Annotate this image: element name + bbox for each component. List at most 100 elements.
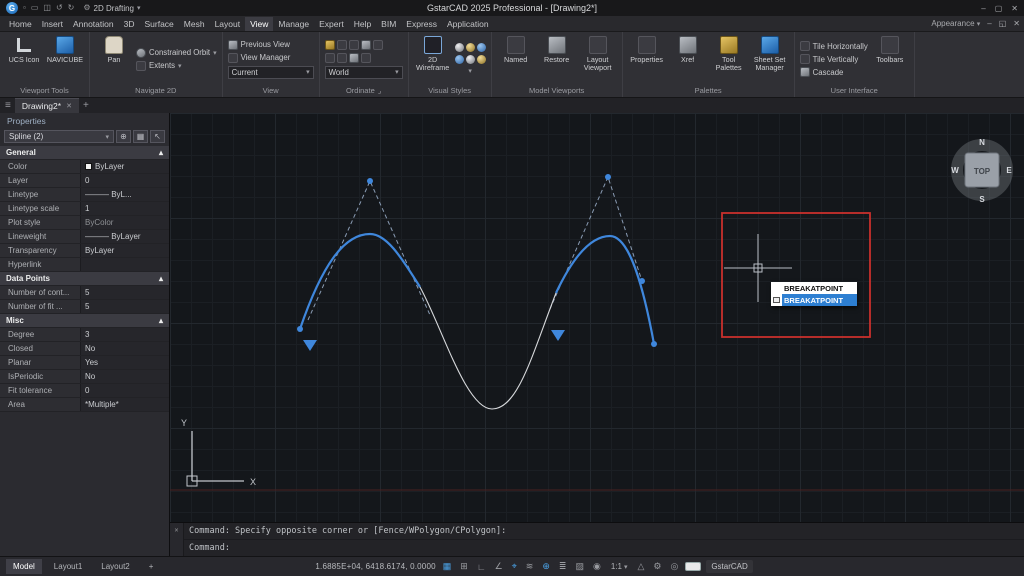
property-row-plot-style[interactable]: Plot style ByColor bbox=[0, 216, 169, 230]
ucs-world-icon[interactable] bbox=[325, 53, 335, 63]
triangle-grip[interactable] bbox=[551, 330, 565, 341]
property-row-color[interactable]: Color ByLayer bbox=[0, 160, 169, 174]
property-row-fit-points[interactable]: Number of fit ... 5 bbox=[0, 300, 169, 314]
visual-style-realistic-icon[interactable] bbox=[455, 43, 464, 52]
redo-icon[interactable]: ↻ bbox=[68, 4, 75, 12]
control-point[interactable] bbox=[367, 178, 373, 184]
property-row-planar[interactable]: Planar Yes bbox=[0, 356, 169, 370]
lineweight-display-icon[interactable]: ≣ bbox=[557, 561, 569, 572]
doc-close-button[interactable]: ✕ bbox=[1013, 19, 1020, 28]
tile-vertically-button[interactable]: Tile Vertically bbox=[800, 54, 868, 64]
command-input-line[interactable]: Command: bbox=[184, 540, 1024, 556]
property-row-control-points[interactable]: Number of cont... 5 bbox=[0, 286, 169, 300]
autocomplete-item-highlighted[interactable]: BREAKATPOINT bbox=[771, 294, 857, 306]
menu-3d[interactable]: 3D bbox=[119, 17, 140, 31]
new-tab-button[interactable]: + bbox=[83, 100, 89, 111]
close-button[interactable]: ✕ bbox=[1011, 4, 1018, 13]
undo-icon[interactable]: ↺ bbox=[56, 4, 63, 12]
dialog-launcher-icon[interactable]: ⌟ bbox=[378, 86, 382, 95]
property-row-area[interactable]: Area *Multiple* bbox=[0, 398, 169, 412]
menu-home[interactable]: Home bbox=[4, 17, 37, 31]
menu-annotation[interactable]: Annotation bbox=[68, 17, 119, 31]
menu-bim[interactable]: BIM bbox=[376, 17, 401, 31]
menu-view[interactable]: View bbox=[245, 17, 273, 31]
hamburger-menu-icon[interactable]: ≡ bbox=[5, 100, 11, 111]
spline-segment-middle[interactable] bbox=[420, 287, 556, 409]
menu-express[interactable]: Express bbox=[401, 17, 442, 31]
visual-style-sketchy-icon[interactable] bbox=[466, 55, 475, 64]
control-point[interactable] bbox=[605, 174, 611, 180]
layout-viewport-button[interactable]: Layout Viewport bbox=[579, 35, 617, 83]
world-ucs-dropdown[interactable]: World ▾ bbox=[325, 66, 403, 79]
control-point[interactable] bbox=[651, 341, 657, 347]
menu-surface[interactable]: Surface bbox=[139, 17, 178, 31]
tool-palettes-button[interactable]: Tool Palettes bbox=[710, 35, 748, 83]
2d-wireframe-button[interactable]: 2D Wireframe bbox=[414, 35, 452, 83]
menu-help[interactable]: Help bbox=[349, 17, 376, 31]
save-icon[interactable]: ◫ bbox=[43, 4, 51, 12]
ucs-named-icon[interactable] bbox=[361, 53, 371, 63]
property-row-linetype-scale[interactable]: Linetype scale 1 bbox=[0, 202, 169, 216]
ucs-previous-icon[interactable] bbox=[349, 53, 359, 63]
doc-restore-button[interactable]: ◱ bbox=[999, 19, 1007, 28]
navicube-button[interactable]: NAVICUBE bbox=[46, 35, 84, 83]
properties-palette-button[interactable]: Properties bbox=[628, 35, 666, 83]
previous-view-button[interactable]: Previous View bbox=[228, 40, 314, 50]
section-header-data-points[interactable]: Data Points ▴ bbox=[0, 272, 169, 286]
xref-palette-button[interactable]: Xref bbox=[669, 35, 707, 83]
navcube-south[interactable]: S bbox=[979, 195, 985, 204]
section-header-misc[interactable]: Misc ▴ bbox=[0, 314, 169, 328]
polar-tracking-icon[interactable]: ∠ bbox=[493, 561, 505, 572]
tile-horizontally-button[interactable]: Tile Horizontally bbox=[800, 41, 868, 51]
menu-manage[interactable]: Manage bbox=[273, 17, 314, 31]
property-row-linetype[interactable]: Linetype ——— ByL... bbox=[0, 188, 169, 202]
selection-cycling-icon[interactable]: ◉ bbox=[591, 561, 603, 572]
ordinate-settings-icon[interactable] bbox=[373, 40, 383, 50]
ordinate-reset-icon[interactable] bbox=[361, 40, 371, 50]
navcube[interactable]: TOP N S W E bbox=[951, 138, 1012, 204]
workspace-switching-icon[interactable]: ⚙ bbox=[651, 561, 663, 572]
visual-style-xray-icon[interactable] bbox=[477, 55, 486, 64]
model-tab[interactable]: Model bbox=[6, 559, 42, 574]
cascade-button[interactable]: Cascade bbox=[800, 67, 868, 77]
chevron-down-icon[interactable]: ▾ bbox=[455, 67, 486, 75]
restore-viewports-button[interactable]: Restore bbox=[538, 35, 576, 83]
property-row-closed[interactable]: Closed No bbox=[0, 342, 169, 356]
status-indicator-button[interactable] bbox=[685, 562, 701, 571]
menu-application[interactable]: Application bbox=[442, 17, 494, 31]
ordinate-x-icon[interactable] bbox=[337, 40, 347, 50]
triangle-grip[interactable] bbox=[303, 340, 317, 351]
open-file-icon[interactable]: ▭ bbox=[31, 4, 39, 12]
section-header-general[interactable]: General ▴ bbox=[0, 146, 169, 160]
property-row-transparency[interactable]: Transparency ByLayer bbox=[0, 244, 169, 258]
property-row-hyperlink[interactable]: Hyperlink bbox=[0, 258, 169, 272]
close-tab-icon[interactable]: ✕ bbox=[66, 102, 72, 110]
navcube-north[interactable]: N bbox=[979, 138, 985, 147]
control-point[interactable] bbox=[297, 326, 303, 332]
ordinate-y-icon[interactable] bbox=[349, 40, 359, 50]
current-view-dropdown[interactable]: Current ▾ bbox=[228, 66, 314, 79]
menu-mesh[interactable]: Mesh bbox=[179, 17, 210, 31]
annotation-scale-dropdown[interactable]: 1:1 ▾ bbox=[608, 562, 631, 571]
navcube-west[interactable]: W bbox=[951, 166, 959, 175]
add-layout-tab[interactable]: + bbox=[142, 559, 161, 574]
isolate-objects-icon[interactable]: ◎ bbox=[668, 561, 680, 572]
grid-display-icon[interactable]: ▦ bbox=[441, 561, 454, 572]
property-row-fit-tolerance[interactable]: Fit tolerance 0 bbox=[0, 384, 169, 398]
control-point[interactable] bbox=[639, 278, 645, 284]
visual-style-conceptual-icon[interactable] bbox=[477, 43, 486, 52]
view-manager-button[interactable]: View Manager bbox=[228, 53, 314, 63]
select-objects-button[interactable]: ▦ bbox=[133, 130, 148, 143]
property-row-isperiodic[interactable]: IsPeriodic No bbox=[0, 370, 169, 384]
drawing-canvas[interactable]: Y X TOP N S W E bbox=[170, 113, 1024, 522]
layout1-tab[interactable]: Layout1 bbox=[47, 559, 89, 574]
ortho-mode-icon[interactable]: ∟ bbox=[475, 562, 488, 572]
transparency-icon[interactable]: ▨ bbox=[573, 561, 586, 572]
command-line[interactable]: ✕ Command: Specify opposite corner or [F… bbox=[170, 522, 1024, 556]
constrained-orbit-button[interactable]: Constrained Orbit ▾ bbox=[136, 48, 217, 58]
extents-button[interactable]: Extents ▾ bbox=[136, 61, 217, 71]
named-viewports-button[interactable]: Named bbox=[497, 35, 535, 83]
minimize-button[interactable]: – bbox=[981, 4, 985, 13]
visual-style-hidden-icon[interactable] bbox=[455, 55, 464, 64]
sheet-set-manager-button[interactable]: Sheet Set Manager bbox=[751, 35, 789, 83]
